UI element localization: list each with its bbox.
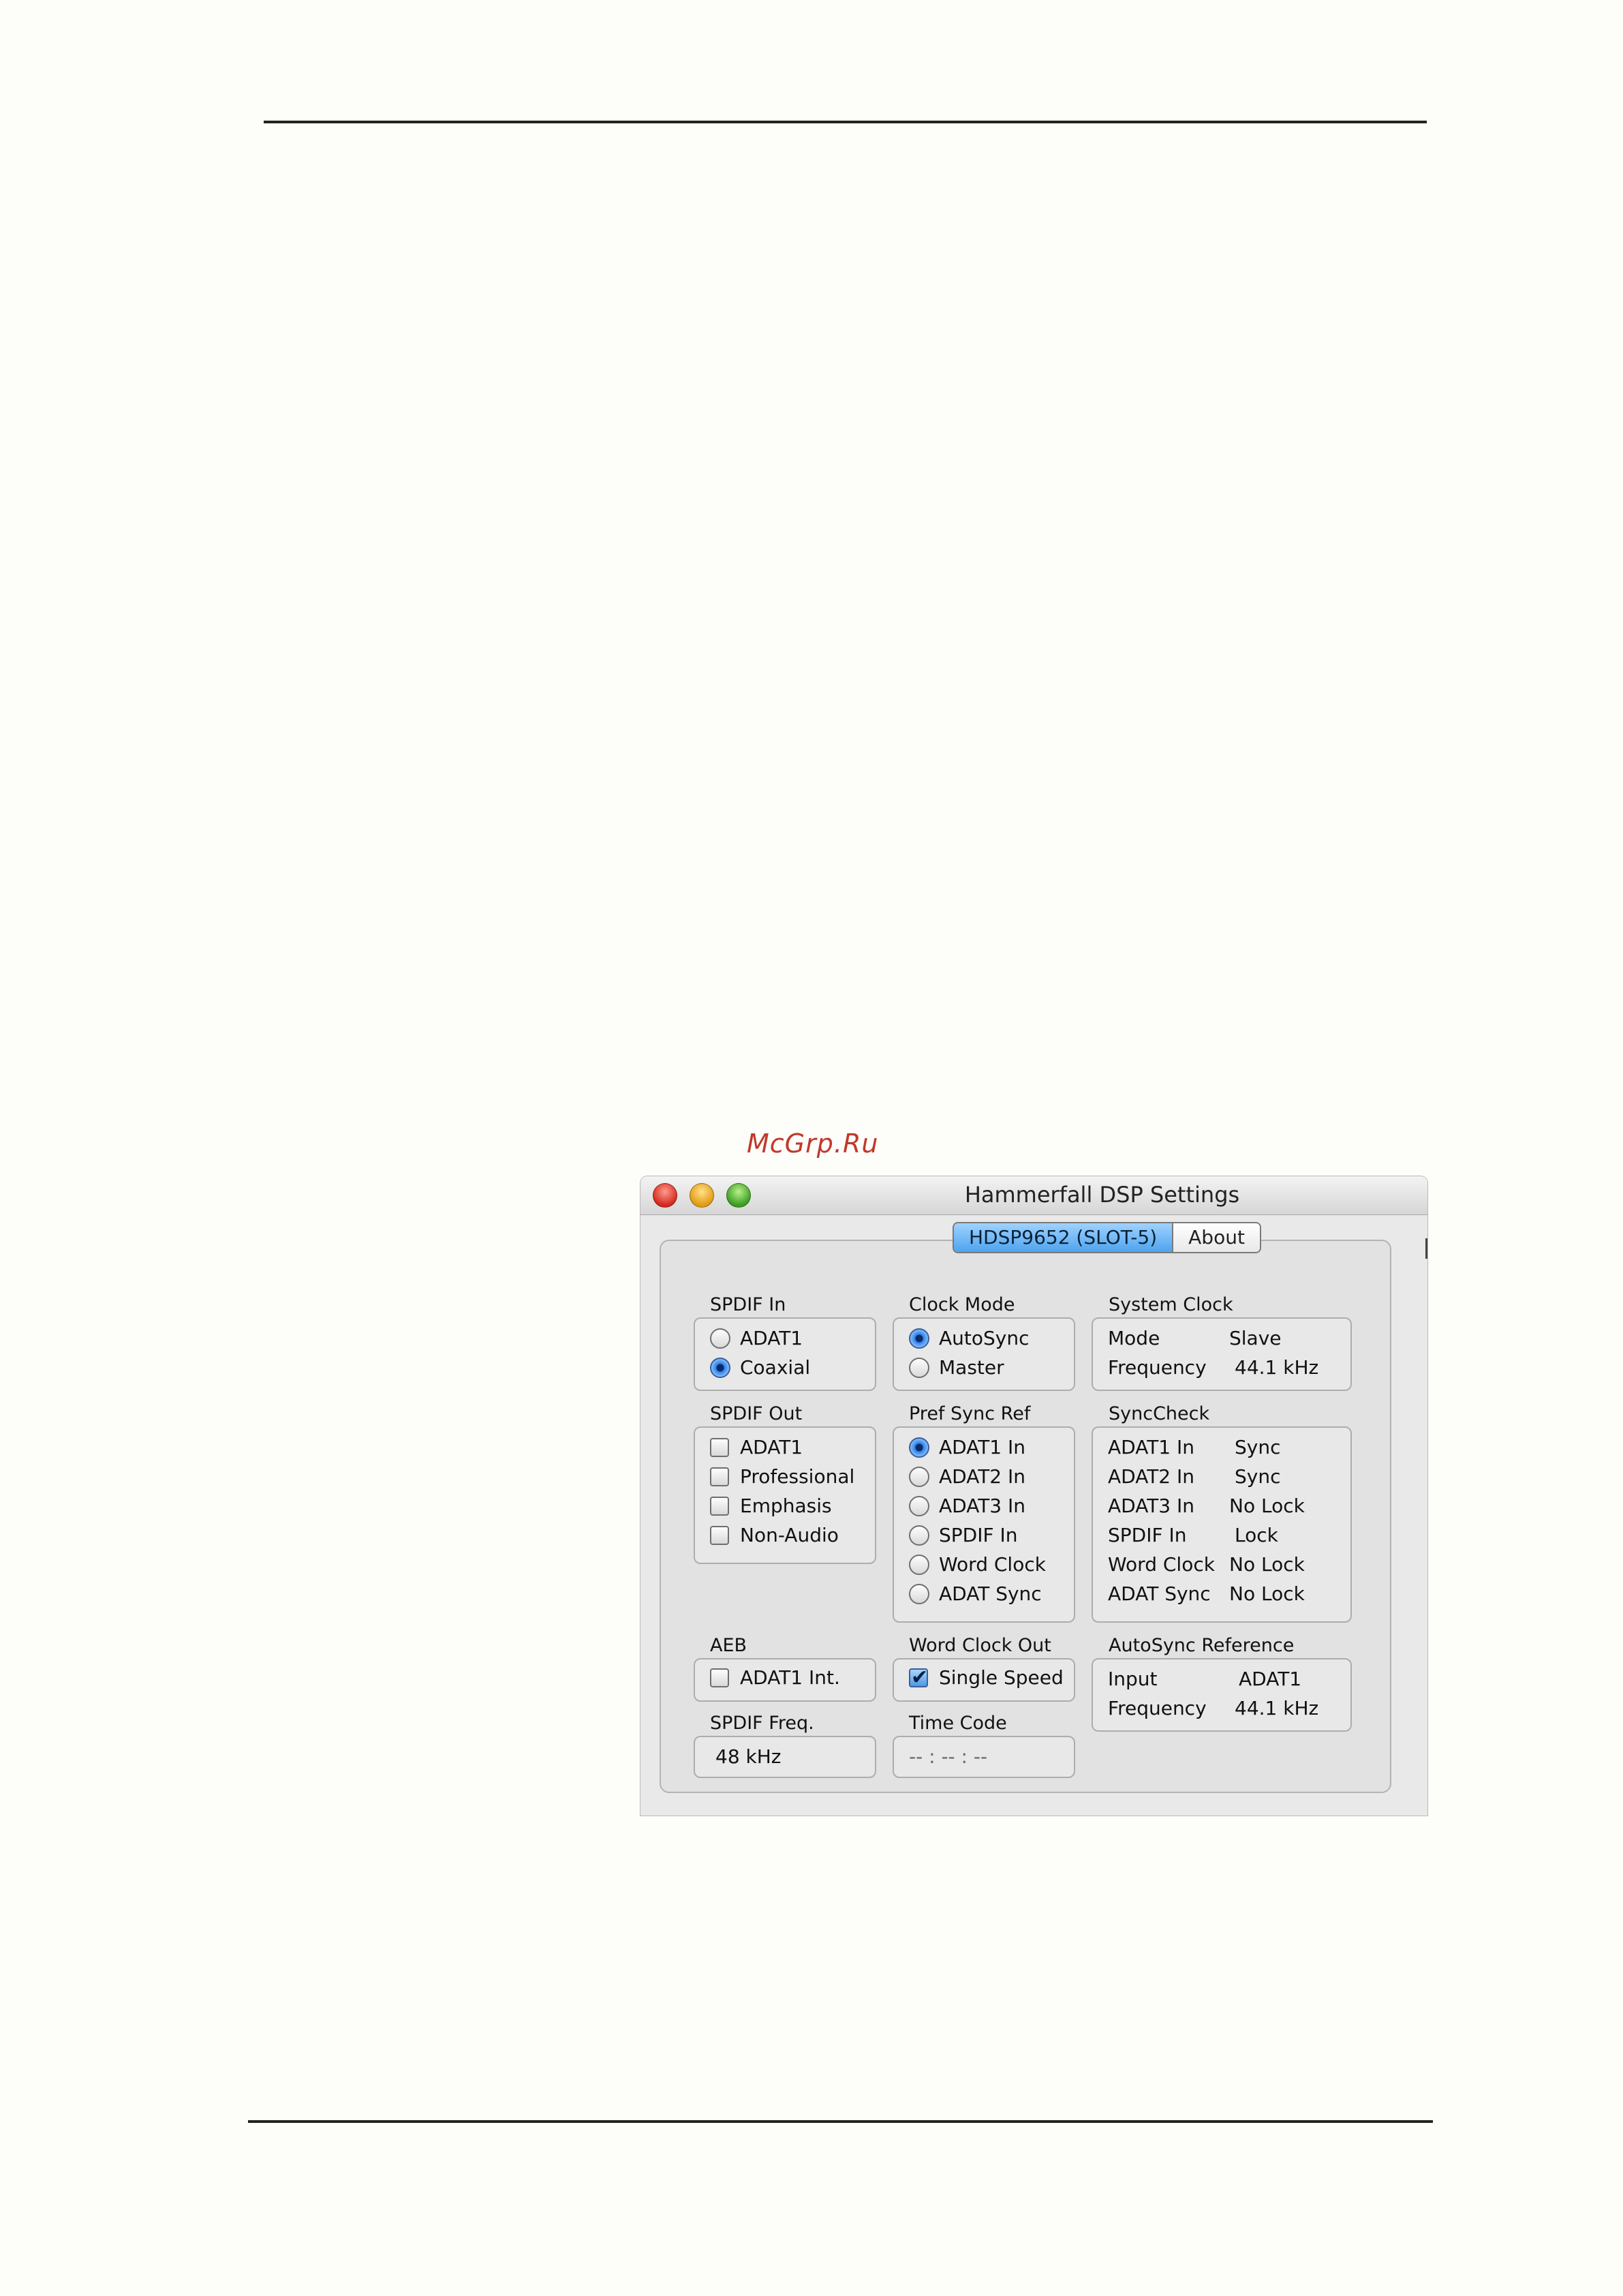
spdif-in-title: SPDIF In — [710, 1294, 786, 1315]
system-clock-frequency-value: 44.1 kHz — [1235, 1356, 1319, 1379]
sync-check-value: Sync — [1235, 1436, 1281, 1458]
sync-check-value: No Lock — [1229, 1582, 1305, 1605]
word-clock-out-title: Word Clock Out — [909, 1635, 1051, 1656]
sync-check-value: No Lock — [1229, 1553, 1305, 1576]
autosync-input-key: Input — [1108, 1668, 1158, 1690]
sync-check-value: Lock — [1235, 1524, 1278, 1546]
checkbox-icon[interactable] — [710, 1526, 729, 1545]
radio-button-selected-icon[interactable] — [909, 1437, 929, 1458]
radio-button-selected-icon[interactable] — [909, 1328, 929, 1349]
sync-check-value: No Lock — [1229, 1495, 1305, 1517]
page-bottom-rule — [248, 2120, 1433, 2123]
autosync-frequency-key: Frequency — [1108, 1697, 1207, 1719]
radio-button-icon[interactable] — [909, 1496, 929, 1516]
watermark-text: McGrp.Ru — [747, 1129, 879, 1159]
checkbox-checked-icon[interactable] — [909, 1666, 928, 1689]
autosync-frequency-value: 44.1 kHz — [1235, 1697, 1319, 1719]
pref-sync-ref-title: Pref Sync Ref — [909, 1403, 1031, 1424]
time-code-title: Time Code — [909, 1713, 1007, 1734]
sync-check-title: SyncCheck — [1109, 1403, 1210, 1424]
sync-check-key: ADAT3 In — [1108, 1495, 1195, 1517]
spdif-freq-group: 48 kHz — [694, 1736, 876, 1778]
device-tab-bar: HDSP9652 (SLOT-5) About — [953, 1222, 1261, 1253]
radio-button-icon[interactable] — [909, 1358, 929, 1378]
tab-about[interactable]: About — [1173, 1223, 1260, 1252]
system-clock-group: Mode Slave Frequency 44.1 kHz — [1092, 1317, 1352, 1391]
radio-button-icon[interactable] — [909, 1555, 929, 1575]
autosync-reference-title: AutoSync Reference — [1109, 1635, 1295, 1656]
autosync-reference-group: Input ADAT1 Frequency 44.1 kHz — [1092, 1658, 1352, 1732]
hammerfall-settings-window: Hammerfall DSP Settings SPDIF In ADAT1 C… — [640, 1176, 1427, 1816]
word-clock-out-group: Single Speed — [893, 1658, 1075, 1702]
sync-check-key: ADAT2 In — [1108, 1465, 1195, 1488]
spdif-freq-title: SPDIF Freq. — [710, 1713, 814, 1734]
aeb-title: AEB — [710, 1635, 747, 1656]
system-clock-mode-key: Mode — [1108, 1327, 1160, 1349]
checkbox-icon[interactable] — [710, 1467, 729, 1486]
checkbox-icon[interactable] — [710, 1668, 729, 1687]
radio-button-icon[interactable] — [909, 1584, 929, 1604]
radio-button-icon[interactable] — [909, 1525, 929, 1546]
time-code-group: -- : -- : -- — [893, 1736, 1075, 1778]
tab-hdsp9652[interactable]: HDSP9652 (SLOT-5) — [954, 1223, 1174, 1252]
system-clock-title: System Clock — [1109, 1294, 1233, 1315]
pref-sync-ref-group: ADAT1 In ADAT2 In ADAT3 In SPDIF In Word… — [893, 1426, 1075, 1623]
sync-check-key: Word Clock — [1108, 1553, 1215, 1576]
radio-button-selected-icon[interactable] — [710, 1358, 730, 1378]
aeb-group: ADAT1 Int. — [694, 1658, 876, 1702]
time-code-value: -- : -- : -- — [909, 1745, 988, 1768]
autosync-input-value: ADAT1 — [1239, 1668, 1302, 1690]
system-clock-frequency-key: Frequency — [1108, 1356, 1207, 1379]
radio-button-icon[interactable] — [710, 1328, 730, 1349]
spdif-in-group: ADAT1 Coaxial — [694, 1317, 876, 1391]
checkbox-icon[interactable] — [710, 1438, 729, 1457]
spdif-out-group: ADAT1 Professional Emphasis Non-Audio — [694, 1426, 876, 1564]
clock-mode-group: AutoSync Master — [893, 1317, 1075, 1391]
sync-check-group: ADAT1 In Sync ADAT2 In Sync ADAT3 In No … — [1092, 1426, 1352, 1623]
sync-check-value: Sync — [1235, 1465, 1281, 1488]
window-edge-mark — [1425, 1238, 1427, 1259]
sync-check-key: SPDIF In — [1108, 1524, 1187, 1546]
spdif-freq-value: 48 kHz — [715, 1745, 782, 1768]
system-clock-mode-value: Slave — [1229, 1327, 1282, 1349]
window-title: Hammerfall DSP Settings — [964, 1182, 1240, 1208]
sync-check-key: ADAT1 In — [1108, 1436, 1195, 1458]
clock-mode-title: Clock Mode — [909, 1294, 1015, 1315]
settings-panel: SPDIF In ADAT1 Coaxial Clock Mode AutoSy… — [660, 1240, 1391, 1793]
title-bar[interactable]: Hammerfall DSP Settings — [640, 1176, 1427, 1215]
checkbox-icon[interactable] — [710, 1497, 729, 1516]
page-top-rule — [264, 121, 1427, 123]
spdif-out-title: SPDIF Out — [710, 1403, 803, 1424]
sync-check-key: ADAT Sync — [1108, 1582, 1211, 1605]
radio-button-icon[interactable] — [909, 1467, 929, 1487]
